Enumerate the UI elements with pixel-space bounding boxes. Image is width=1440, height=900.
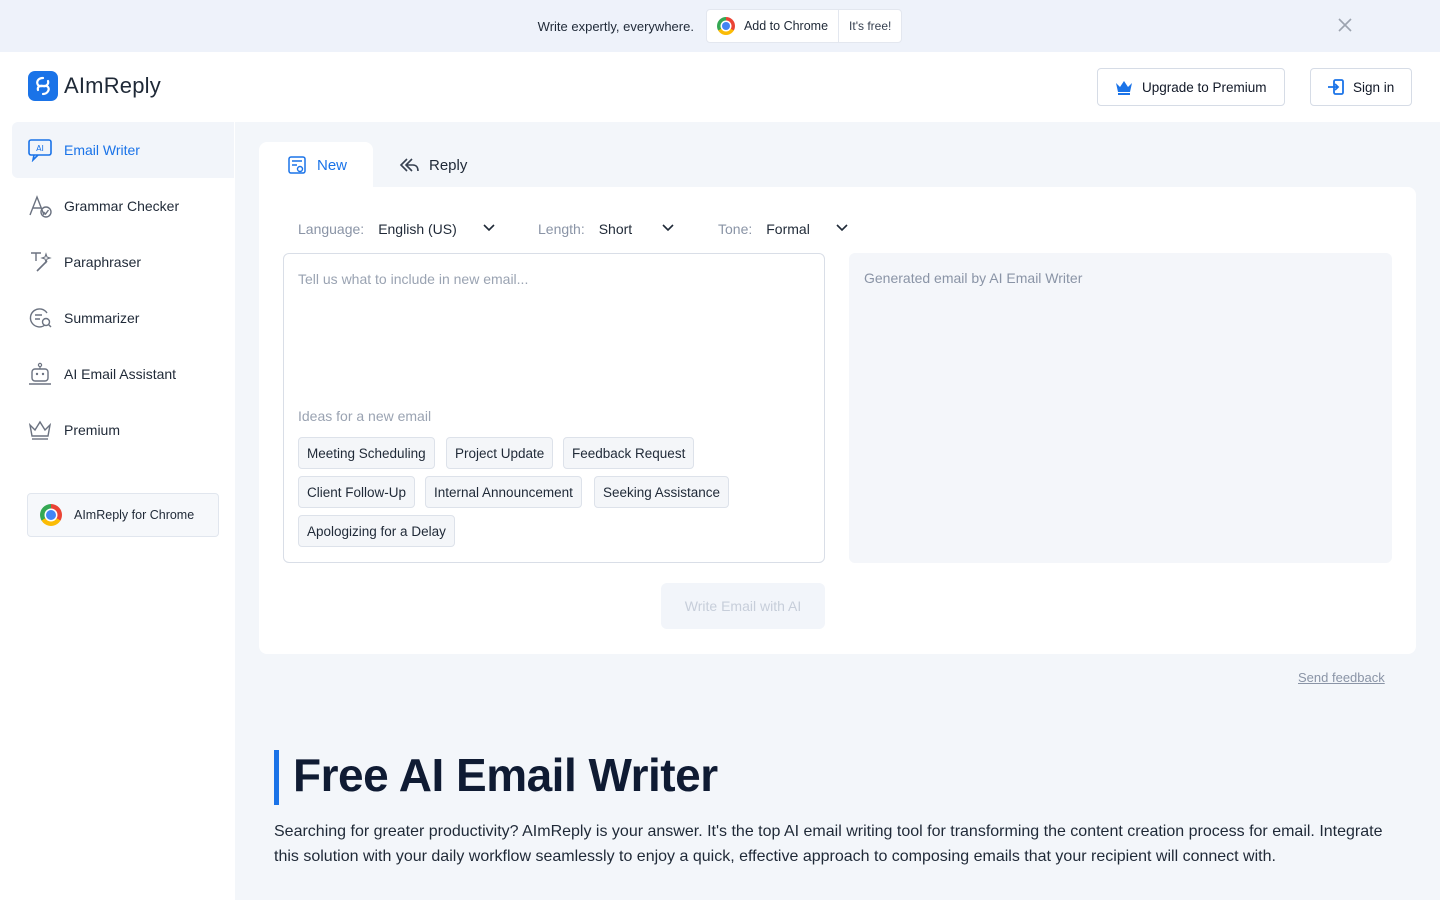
tone-label: Tone: [718, 221, 753, 237]
logo[interactable]: AImReply [28, 71, 161, 101]
sidebar-item-label: AI Email Assistant [64, 366, 177, 382]
free-label: It's free! [849, 19, 892, 33]
sidebar-item-grammar-checker[interactable]: Grammar Checker [12, 178, 234, 234]
idea-chip[interactable]: Seeking Assistance [594, 476, 730, 508]
idea-chip[interactable]: Feedback Request [563, 437, 695, 469]
close-icon[interactable] [1334, 14, 1356, 36]
language-label: Language: [298, 221, 365, 237]
sidebar-item-label: Summarizer [64, 310, 140, 326]
ideas-label: Ideas for a new email [298, 408, 432, 424]
idea-chip[interactable]: Client Follow-Up [298, 476, 416, 508]
crown-icon [1116, 81, 1132, 95]
upgrade-premium-button[interactable]: Upgrade to Premium [1097, 68, 1285, 106]
sidebar-item-paraphraser[interactable]: Paraphraser [12, 234, 234, 290]
sidebar-item-label: Paraphraser [64, 254, 142, 270]
magic-wand-icon [26, 248, 54, 276]
page-title: Free AI Email Writer [293, 749, 718, 801]
tab-new-label: New [317, 156, 348, 174]
brand-name: AImReply [64, 73, 161, 98]
sign-in-label: Sign in [1353, 79, 1395, 95]
page-description: Searching for greater productivity? AImR… [274, 823, 1383, 865]
title-accent-bar [274, 750, 279, 805]
prompt-placeholder: Tell us what to include in new email... [298, 271, 529, 287]
idea-chip[interactable]: Project Update [446, 437, 554, 469]
write-email-button[interactable]: Write Email with AI [661, 583, 825, 629]
sidebar-item-label: Premium [64, 422, 121, 438]
sidebar-item-label: Grammar Checker [64, 198, 180, 214]
chevron-down-icon [662, 224, 674, 232]
sidebar-item-premium[interactable]: Premium [12, 402, 234, 458]
sidebar-item-summarizer[interactable]: Summarizer [12, 290, 234, 346]
idea-chip[interactable]: Internal Announcement [425, 476, 582, 508]
email-writer-card: Language: English (US) Length: Short Ton… [259, 187, 1416, 654]
sign-in-icon [1328, 79, 1344, 95]
add-to-chrome-button[interactable]: Add to Chrome It's free! [705, 9, 903, 43]
length-select[interactable]: Length: Short [538, 219, 678, 239]
language-value: English (US) [378, 221, 457, 237]
promo-banner: Write expertly, everywhere. Add to Chrom… [0, 0, 1440, 52]
chrome-icon [716, 17, 735, 35]
header: AImReply Upgrade to Premium Sign in [0, 52, 1440, 122]
upgrade-label: Upgrade to Premium [1142, 79, 1267, 95]
idea-chip[interactable]: Apologizing for a Delay [298, 515, 455, 547]
chrome-extension-label: AImReply for Chrome [74, 508, 195, 522]
crown-icon [26, 416, 54, 444]
chevron-down-icon [483, 224, 495, 232]
sidebar-item-label: Email Writer [64, 142, 140, 158]
grammar-icon [26, 192, 54, 220]
chrome-extension-button[interactable]: AImReply for Chrome [27, 493, 219, 537]
length-value: Short [598, 221, 633, 237]
length-label: Length: [538, 221, 585, 237]
tone-value: Formal [766, 221, 810, 237]
send-feedback-link[interactable]: Send feedback [1298, 670, 1385, 685]
chrome-icon [40, 504, 62, 526]
summarize-icon [26, 304, 54, 332]
sign-in-button[interactable]: Sign in [1310, 68, 1412, 106]
sidebar: AI Email Writer Grammar Checker Paraphra… [0, 122, 235, 900]
banner-text: Write expertly, everywhere. [537, 18, 694, 34]
ai-chat-icon: AI [26, 136, 54, 164]
reply-icon [399, 158, 419, 172]
sidebar-item-ai-email-assistant[interactable]: AI Email Assistant [12, 346, 234, 402]
sidebar-item-email-writer[interactable]: AI Email Writer [12, 122, 234, 178]
tab-new[interactable]: New [259, 142, 373, 188]
chevron-down-icon [836, 224, 848, 232]
email-prompt-input[interactable]: Tell us what to include in new email... … [283, 253, 825, 563]
tone-select[interactable]: Tone: Formal [718, 219, 853, 239]
tab-reply[interactable]: Reply [399, 142, 499, 188]
main-content: New Reply Language: English (US) Length:… [235, 122, 1440, 900]
svg-text:AI: AI [36, 144, 44, 153]
compose-icon [288, 156, 306, 174]
output-placeholder: Generated email by AI Email Writer [864, 270, 1083, 286]
robot-icon [26, 360, 54, 388]
add-to-chrome-label: Add to Chrome [743, 19, 829, 33]
logo-icon [28, 71, 58, 101]
tab-reply-label: Reply [429, 156, 468, 174]
generated-email-output: Generated email by AI Email Writer [849, 253, 1392, 563]
idea-chip[interactable]: Meeting Scheduling [298, 437, 435, 469]
language-select[interactable]: Language: English (US) [298, 219, 498, 239]
